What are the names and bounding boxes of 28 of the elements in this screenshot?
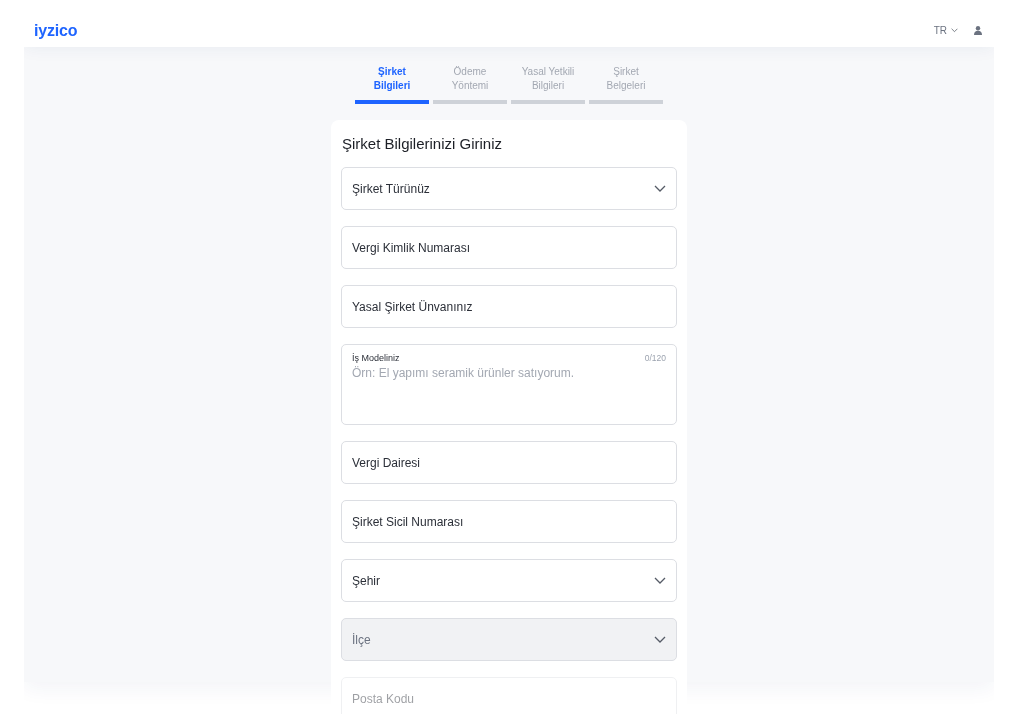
chevron-down-icon xyxy=(654,184,666,193)
field-placeholder: Vergi Kimlik Numarası xyxy=(352,240,471,255)
input-field[interactable]: Vergi Dairesi xyxy=(341,441,677,484)
field-placeholder: İlçe xyxy=(352,632,371,647)
character-counter: 0/120 xyxy=(644,353,666,363)
field-placeholder: Şirket Sicil Numarası xyxy=(352,514,464,529)
select-field[interactable]: Şirket Türünüz xyxy=(341,167,677,210)
chevron-down-icon xyxy=(951,28,958,33)
form-title: Şirket Bilgilerinizi Giriniz xyxy=(341,135,504,152)
step-tab[interactable]: Şirket Bilgileri xyxy=(355,65,429,104)
field-placeholder: Yasal Şirket Ünvanınız xyxy=(352,299,473,314)
field-placeholder: Örn: El yapımı seramik ürünler satıyorum. xyxy=(352,366,576,380)
language-selector[interactable]: TR xyxy=(933,25,958,36)
field-placeholder: Posta Kodu xyxy=(352,691,415,706)
field-label: İş Modeliniz xyxy=(352,353,400,363)
input-field[interactable]: Şirket Sicil Numarası xyxy=(341,500,677,543)
input-field[interactable]: Yasal Şirket Ünvanınız xyxy=(341,285,677,328)
user-icon[interactable] xyxy=(974,26,982,35)
input-field[interactable]: Vergi Kimlik Numarası xyxy=(341,226,677,269)
input-field[interactable]: Posta Kodu xyxy=(341,677,677,714)
field-placeholder: Şehir xyxy=(352,573,380,588)
logo[interactable]: iyzico xyxy=(34,21,78,40)
select-field[interactable]: Şehir xyxy=(341,559,677,602)
chevron-down-icon xyxy=(654,576,666,585)
field-placeholder: Şirket Türünüz xyxy=(352,181,430,196)
chevron-down-icon xyxy=(654,635,666,644)
field-placeholder: Vergi Dairesi xyxy=(352,455,421,470)
textarea-field[interactable]: İş Modeliniz 0/120 Örn: El yapımı seramik ürünler satıyorum. xyxy=(341,344,677,425)
